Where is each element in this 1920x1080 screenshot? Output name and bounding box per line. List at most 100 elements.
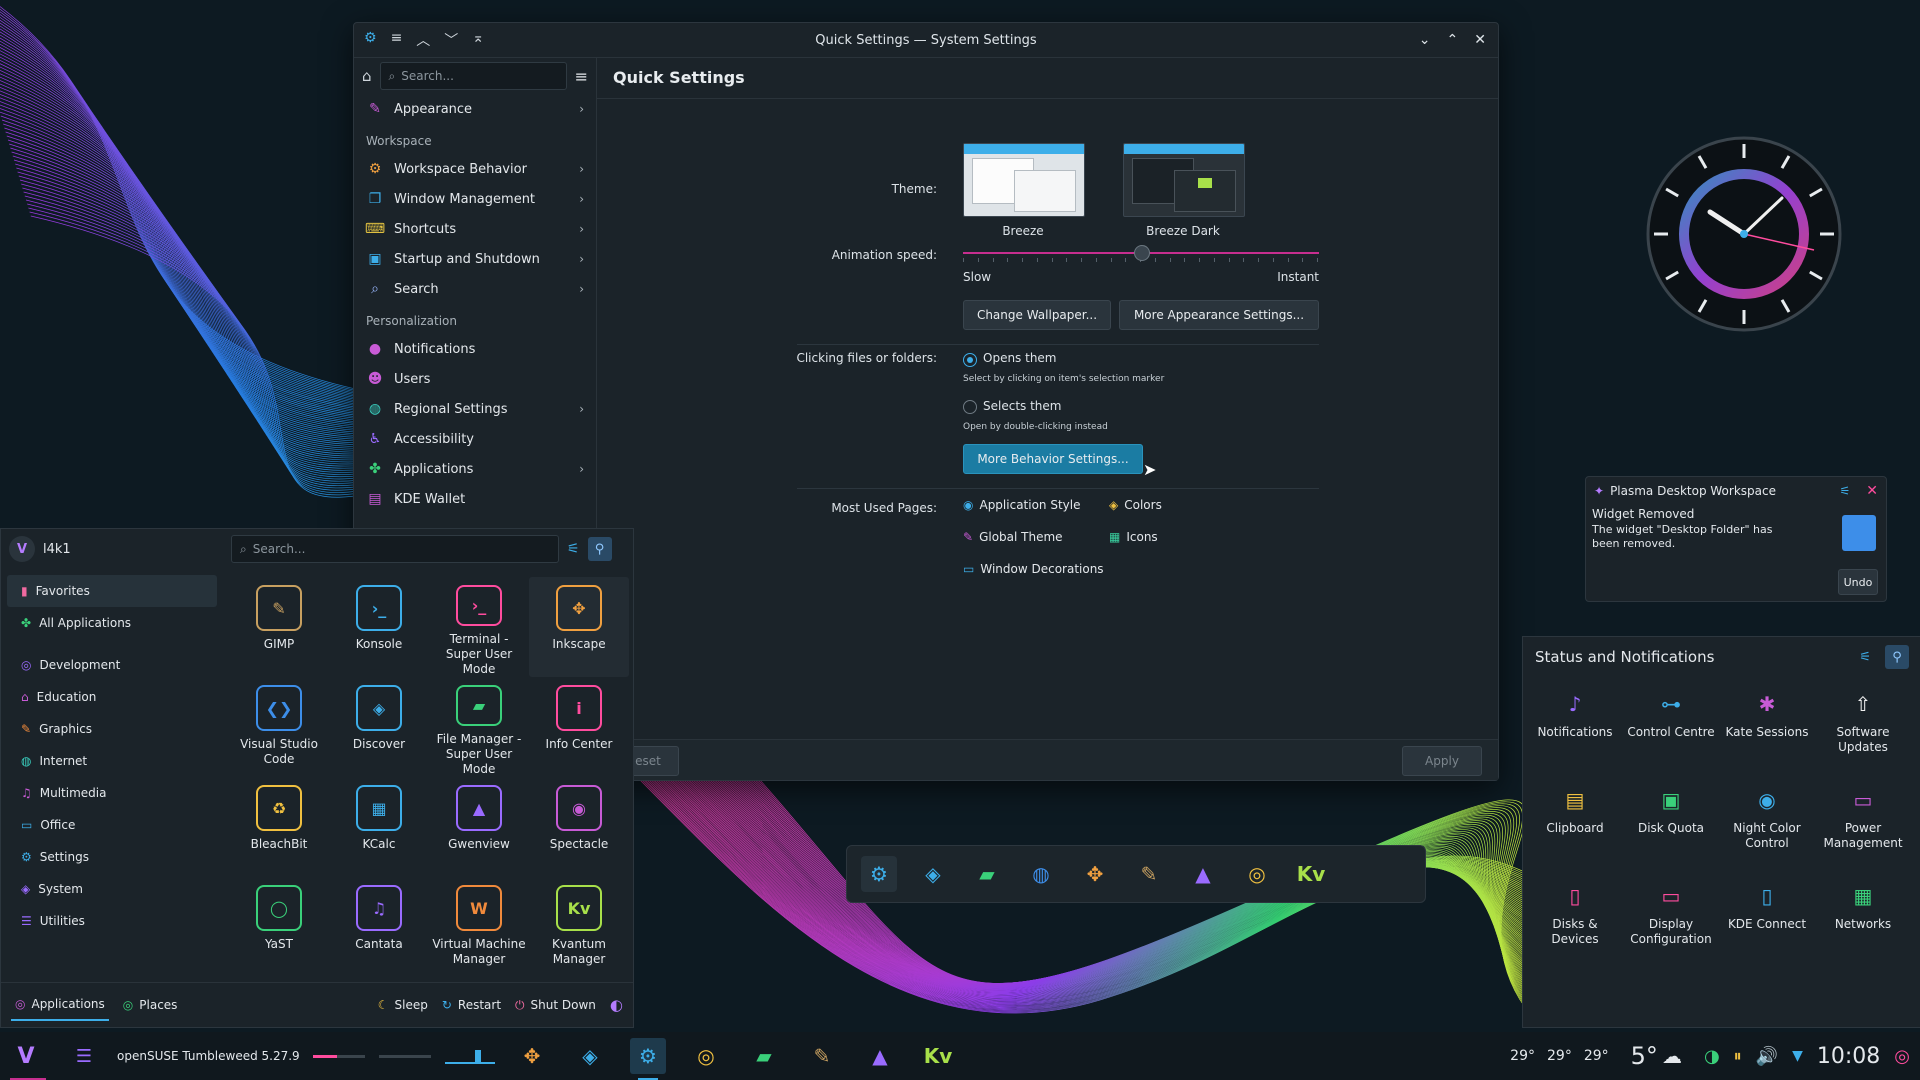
more-behavior-settings-button[interactable]: More Behavior Settings... <box>963 444 1143 474</box>
sidebar-item-workspace-behavior[interactable]: ⚙ Workspace Behavior › <box>354 154 596 184</box>
status-item-clipboard[interactable]: ▤ Clipboard <box>1527 785 1623 836</box>
task-gwenview-icon[interactable]: ▲ <box>862 1038 898 1074</box>
system-settings-icon[interactable]: ⚙ <box>861 856 897 892</box>
app-bleachbit[interactable]: ♻ BleachBit <box>229 777 329 877</box>
opens-them-label[interactable]: Opens them <box>983 351 1057 365</box>
kvantum-icon[interactable]: Kv <box>1293 856 1329 892</box>
status-item-display-configuration[interactable]: ▭ Display Configuration <box>1623 881 1719 947</box>
more-appearance-settings-button[interactable]: More Appearance Settings... <box>1119 300 1319 330</box>
tab-places[interactable]: ◎ Places <box>123 998 178 1012</box>
gwenview-icon[interactable]: ▲ <box>1185 856 1221 892</box>
sidebar-item-regional-settings[interactable]: ◍ Regional Settings › <box>354 394 596 424</box>
browser-icon[interactable]: ◍ <box>1023 856 1059 892</box>
configure-icon[interactable]: ⚟ <box>1859 650 1871 665</box>
pause-icon[interactable]: ⏸ <box>1734 1046 1742 1066</box>
app-info-center[interactable]: i Info Center <box>529 677 629 777</box>
sidebar-item-startup-shutdown[interactable]: ▣ Startup and Shutdown › <box>354 244 596 274</box>
category-internet[interactable]: ◍ Internet <box>7 745 217 777</box>
clock-time[interactable]: 10:08 <box>1817 1044 1880 1069</box>
most-used-window-decorations[interactable]: ▭ Window Decorations <box>963 562 1104 576</box>
gimp-icon[interactable]: ✎ <box>1131 856 1167 892</box>
category-education[interactable]: ⌂ Education <box>7 681 217 713</box>
most-used-colors[interactable]: ◈ Colors <box>1109 498 1162 512</box>
weather-temp[interactable]: 5° <box>1631 1042 1658 1070</box>
minimize-button[interactable]: ⌄ <box>1419 32 1431 48</box>
pager-icon[interactable]: ☰ <box>66 1038 102 1074</box>
tab-applications[interactable]: ◎ Applications <box>11 989 109 1021</box>
app-spectacle[interactable]: ◉ Spectacle <box>529 777 629 877</box>
shade-icon[interactable]: ⌅ <box>472 30 484 50</box>
sleep-button[interactable]: ☾ Sleep <box>378 998 428 1012</box>
shutdown-button[interactable]: ⏻ Shut Down <box>515 998 596 1013</box>
status-item-power-management[interactable]: ▭ Power Management <box>1815 785 1911 851</box>
gear-icon[interactable]: ⚙ <box>364 30 377 50</box>
category-settings[interactable]: ⚙ Settings <box>7 841 217 873</box>
selects-them-label[interactable]: Selects them <box>983 399 1061 413</box>
maximize-button[interactable]: ⌃ <box>1447 32 1459 48</box>
keep-below-icon[interactable]: ﹀ <box>444 30 458 50</box>
launcher-search-input[interactable]: ⌕ Search... <box>231 535 559 563</box>
file-manager-icon[interactable]: ▰ <box>969 856 1005 892</box>
undo-button[interactable]: Undo <box>1838 569 1878 595</box>
category-favorites[interactable]: ▮ Favorites <box>7 575 217 607</box>
status-item-kate-sessions[interactable]: ✱ Kate Sessions <box>1719 689 1815 740</box>
app-gimp[interactable]: ✎ GIMP <box>229 577 329 677</box>
sidebar-item-search[interactable]: ⌕ Search › <box>354 274 596 304</box>
change-wallpaper-button[interactable]: Change Wallpaper... <box>963 300 1111 330</box>
app-terminal[interactable]: ›_ Terminal - Super User Mode <box>429 577 529 677</box>
title-bar[interactable]: ⚙ ≡ ︿ ﹀ ⌅ Quick Settings — System Settin… <box>354 23 1498 58</box>
app-inkscape[interactable]: ✥ Inkscape <box>529 577 629 677</box>
sidebar-search-input[interactable]: ⌕ Search... <box>379 62 567 90</box>
task-cantata-icon[interactable]: ◎ <box>688 1038 724 1074</box>
app-yast[interactable]: ◯ YaST <box>229 877 329 977</box>
task-file-manager-icon[interactable]: ▰ <box>746 1038 782 1074</box>
category-all-applications[interactable]: ✤ All Applications <box>7 607 217 639</box>
pin-icon[interactable]: ⚲ <box>1885 645 1909 669</box>
pin-icon[interactable]: ⚲ <box>587 537 612 561</box>
sidebar-item-accessibility[interactable]: ♿ Accessibility <box>354 424 596 454</box>
most-used-application-style[interactable]: ◉ Application Style <box>963 498 1081 512</box>
inkscape-icon[interactable]: ✥ <box>1077 856 1113 892</box>
leave-icon[interactable]: ◐ <box>610 996 623 1014</box>
sidebar-item-applications[interactable]: ✤ Applications › <box>354 454 596 484</box>
status-item-night-color[interactable]: ◉ Night Color Control <box>1719 785 1815 851</box>
app-gwenview[interactable]: ▲ Gwenview <box>429 777 529 877</box>
theme-thumbnail-breeze[interactable] <box>963 143 1085 217</box>
close-icon[interactable]: ✕ <box>1866 483 1878 499</box>
app-cantata[interactable]: ♫ Cantata <box>329 877 429 977</box>
task-gimp-icon[interactable]: ✎ <box>804 1038 840 1074</box>
cloud-icon[interactable]: ☁ <box>1662 1044 1682 1068</box>
category-development[interactable]: ◎ Development <box>7 649 217 681</box>
app-vscode[interactable]: ❮❯ Visual Studio Code <box>229 677 329 777</box>
animation-speed-slider[interactable] <box>963 244 1319 264</box>
configure-icon[interactable]: ⚟ <box>567 541 580 557</box>
slider-handle[interactable] <box>1134 245 1150 261</box>
app-discover[interactable]: ◈ Discover <box>329 677 429 777</box>
most-used-icons[interactable]: ▦ Icons <box>1109 530 1158 544</box>
most-used-global-theme[interactable]: ✎ Global Theme <box>963 530 1063 544</box>
status-item-kde-connect[interactable]: ▯ KDE Connect <box>1719 881 1815 932</box>
user-avatar[interactable]: V <box>9 536 35 562</box>
app-kcalc[interactable]: ▦ KCalc <box>329 777 429 877</box>
status-item-disks-devices[interactable]: ▯ Disks & Devices <box>1527 881 1623 947</box>
status-item-networks[interactable]: ▦ Networks <box>1815 881 1911 932</box>
home-icon[interactable]: ⌂ <box>362 67 372 85</box>
restart-button[interactable]: ↻ Restart <box>442 998 501 1012</box>
sidebar-item-appearance[interactable]: ✎ Appearance › <box>354 94 596 124</box>
app-konsole[interactable]: ›_ Konsole <box>329 577 429 677</box>
hamburger-menu-icon[interactable]: ≡ <box>575 67 588 86</box>
discover-icon[interactable]: ◈ <box>915 856 951 892</box>
status-item-control-centre[interactable]: ⊶ Control Centre <box>1623 689 1719 740</box>
app-virt-manager[interactable]: W Virtual Machine Manager <box>429 877 529 977</box>
opens-them-radio[interactable] <box>963 353 977 367</box>
status-item-software-updates[interactable]: ⇧ Software Updates <box>1815 689 1911 755</box>
app-file-manager[interactable]: ▰ File Manager - Super User Mode <box>429 677 529 777</box>
category-multimedia[interactable]: ♫ Multimedia <box>7 777 217 809</box>
status-item-bell[interactable]: ♪ Notifications <box>1527 689 1623 740</box>
analog-clock-widget[interactable] <box>1644 134 1844 334</box>
configure-icon[interactable]: ⚟ <box>1840 484 1851 498</box>
menu-icon[interactable]: ≡ <box>391 30 403 50</box>
status-item-disk-quota[interactable]: ▣ Disk Quota <box>1623 785 1719 836</box>
sidebar-item-kde-wallet[interactable]: ▤ KDE Wallet <box>354 484 596 514</box>
apply-button[interactable]: Apply <box>1402 746 1482 776</box>
